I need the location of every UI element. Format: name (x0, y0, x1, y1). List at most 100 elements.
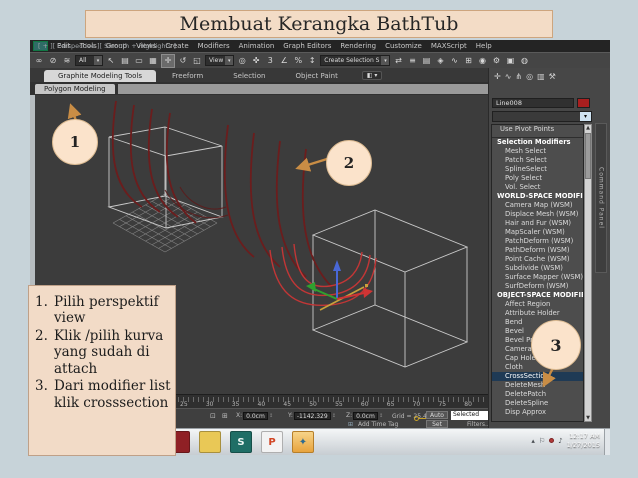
object-name-field[interactable]: Line008 (492, 98, 574, 108)
modifier-row-18[interactable]: SurfDeform (WSM) (492, 282, 583, 291)
tray-hide-icon[interactable]: ▴ (531, 437, 535, 445)
scroll-up-icon[interactable]: ▲ (585, 125, 591, 131)
modify-tab-icon[interactable]: ∿ (505, 72, 512, 81)
menu-item-7[interactable]: Graph Editors (283, 42, 331, 50)
ribbon-tab-3[interactable]: Object Paint (281, 70, 351, 82)
modifier-row-31[interactable]: DeleteSpline (492, 399, 583, 408)
modifier-row-19[interactable]: OBJECT-SPACE MODIFIERS (492, 291, 583, 300)
rendered-frame-window-icon[interactable]: ▣ (504, 55, 516, 67)
set-key-icon[interactable] (414, 416, 426, 421)
modifier-row-17[interactable]: Surface Mapper (WSM) (492, 273, 583, 282)
angle-snap-icon[interactable]: ∠ (278, 55, 290, 67)
command-panel-side-tab[interactable]: Command Panel (595, 123, 607, 273)
modifier-row-8[interactable]: WORLD-SPACE MODIFIERS (492, 192, 583, 201)
modifier-row-15[interactable]: Point Cache (WSM) (492, 255, 583, 264)
scroll-down-icon[interactable]: ▼ (585, 415, 591, 421)
window-crossing-icon[interactable]: ▦ (147, 55, 159, 67)
mirror-icon[interactable]: ⇄ (392, 55, 404, 67)
select-and-link-icon[interactable]: ∞ (33, 55, 45, 67)
display-tab-icon[interactable]: ▥ (537, 72, 545, 81)
modifier-row-0[interactable]: Use Pivot Points (492, 125, 583, 134)
coordinate-y[interactable]: Y: -1142.329 ↕ (288, 411, 336, 420)
modifier-row-28[interactable]: CrossSection (492, 372, 583, 381)
rectangular-region-icon[interactable]: ▭ (133, 55, 145, 67)
modifier-row-21[interactable]: Attribute Holder (492, 309, 583, 318)
taskbar-app-2[interactable]: S (230, 431, 252, 453)
reference-coordinate-system-dropdown[interactable]: View (205, 55, 235, 66)
menu-item-11[interactable]: Help (476, 42, 492, 50)
schematic-view-icon[interactable]: ⊞ (462, 55, 474, 67)
named-selection-set-dropdown[interactable]: Create Selection S (320, 55, 391, 66)
ribbon-tab-2[interactable]: Selection (219, 70, 279, 82)
modifier-row-6[interactable]: Poly Select (492, 174, 583, 183)
hierarchy-tab-icon[interactable]: ⋔ (515, 72, 522, 81)
viewport-label[interactable]: [ + ][ Perspective ][ Smooth + Highlight… (38, 42, 176, 50)
scrollbar-thumb[interactable] (585, 133, 591, 179)
select-and-move-icon[interactable]: ✛ (161, 53, 175, 68)
menu-item-8[interactable]: Rendering (340, 42, 376, 50)
modifier-row-5[interactable]: SplineSelect (492, 165, 583, 174)
coordinate-z[interactable]: Z: 0.0cm ↕ (346, 411, 383, 420)
material-editor-icon[interactable]: ◉ (476, 55, 488, 67)
spinner-snap-icon[interactable]: ↕ (306, 55, 318, 67)
taskbar-app-folder[interactable] (199, 431, 221, 453)
modifier-row-3[interactable]: Mesh Select (492, 147, 583, 156)
modifier-list-scrollbar[interactable]: ▲ ▼ (584, 124, 592, 422)
menu-item-10[interactable]: MAXScript (431, 42, 467, 50)
render-setup-icon[interactable]: ⚙ (490, 55, 502, 67)
utilities-tab-icon[interactable]: ⚒ (549, 72, 556, 81)
selection-lock-icon[interactable]: ⊡ (210, 412, 216, 420)
modifier-row-13[interactable]: PatchDeform (WSM) (492, 237, 583, 246)
select-object-icon[interactable]: ↖ (105, 55, 117, 67)
modifier-row-16[interactable]: Subdivide (WSM) (492, 264, 583, 273)
taskbar-app-powerpoint[interactable]: P (261, 431, 283, 453)
menu-item-6[interactable]: Animation (239, 42, 275, 50)
menu-item-5[interactable]: Modifiers (198, 42, 230, 50)
selection-filter-dropdown[interactable]: All (75, 55, 103, 66)
select-and-manipulate-icon[interactable]: ✜ (250, 55, 262, 67)
use-pivot-point-center-icon[interactable]: ◎ (236, 55, 248, 67)
tray-flag-icon[interactable]: ⚐ (539, 437, 545, 445)
modifier-row-2[interactable]: Selection Modifiers (492, 138, 583, 147)
select-and-scale-icon[interactable]: ◱ (191, 55, 203, 67)
dropdown-arrow-icon[interactable]: ▾ (580, 112, 591, 121)
modifier-row-20[interactable]: Affect Region (492, 300, 583, 309)
modifier-row-32[interactable]: Disp Approx (492, 408, 583, 417)
xref-icon[interactable]: ⊞ (222, 412, 228, 420)
modifier-row-30[interactable]: DeletePatch (492, 390, 583, 399)
bind-to-space-warp-icon[interactable]: ≋ (61, 55, 73, 67)
percent-snap-icon[interactable]: % (292, 55, 304, 67)
tray-status-icon[interactable] (549, 438, 555, 444)
ribbon-tab-0[interactable]: Graphite Modeling Tools (44, 70, 157, 82)
show-desktop-button[interactable] (604, 429, 610, 455)
curve-editor-icon[interactable]: ∿ (448, 55, 460, 67)
modifier-row-4[interactable]: Patch Select (492, 156, 583, 165)
modifier-row-10[interactable]: Displace Mesh (WSM) (492, 210, 583, 219)
coordinate-x[interactable]: X: 0.0cm ↕ (236, 411, 273, 420)
align-icon[interactable]: ≡ (406, 55, 418, 67)
modifier-row-29[interactable]: DeleteMesh (492, 381, 583, 390)
ribbon-tab-1[interactable]: Freeform (158, 70, 217, 82)
select-and-rotate-icon[interactable]: ↺ (177, 55, 189, 67)
tray-sound-icon[interactable]: ♪ (558, 437, 562, 445)
modifier-row-14[interactable]: PathDeform (WSM) (492, 246, 583, 255)
motion-tab-icon[interactable]: ◎ (526, 72, 533, 81)
create-tab-icon[interactable]: ✛ (494, 72, 501, 81)
modifier-list-dropdown[interactable]: ▾ (492, 111, 592, 122)
modifier-row-12[interactable]: MapScaler (WSM) (492, 228, 583, 237)
modifier-row-7[interactable]: Vol. Select (492, 183, 583, 192)
layer-manager-icon[interactable]: ▤ (420, 55, 432, 67)
set-key-button[interactable]: Set K... (426, 420, 448, 435)
modifier-row-11[interactable]: Hair and Fur (WSM) (492, 219, 583, 228)
render-production-icon[interactable]: ◍ (518, 55, 530, 67)
ribbon-options-icon[interactable]: ◧ ▾ (361, 71, 383, 80)
select-by-name-icon[interactable]: ▤ (119, 55, 131, 67)
add-time-tag-icon[interactable]: ⊞ (348, 421, 353, 428)
modifier-row-9[interactable]: Camera Map (WSM) (492, 201, 583, 210)
auto-key-button[interactable]: Auto (426, 411, 448, 419)
graphite-ribbon-toggle-icon[interactable]: ◈ (434, 55, 446, 67)
menu-item-9[interactable]: Customize (385, 42, 422, 50)
add-time-tag[interactable]: Add Time Tag (358, 421, 398, 428)
object-color-swatch[interactable] (577, 98, 590, 108)
taskbar-app-3dsmax-active[interactable]: ✦ (292, 431, 314, 453)
